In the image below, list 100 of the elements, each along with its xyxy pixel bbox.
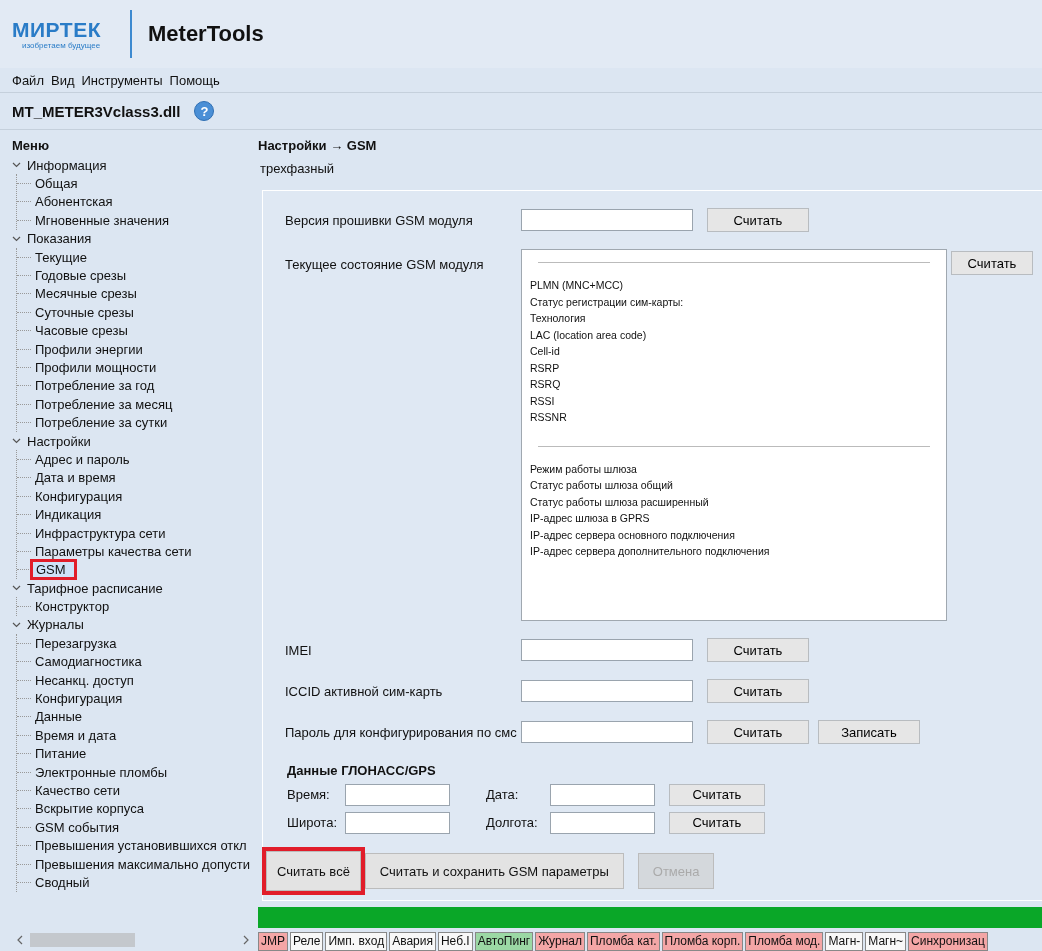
tree-item[interactable]: Годовые срезы	[33, 268, 128, 284]
status-tag: Синхронизац	[908, 932, 988, 951]
status-tag: Неб.I	[437, 932, 473, 951]
tree-item[interactable]: Превышения установившихся откл	[33, 838, 249, 854]
action-button[interactable]: Считать и сохранить GSM параметры	[364, 853, 624, 890]
field-label: Время:	[286, 787, 331, 803]
input-field[interactable]	[550, 811, 655, 834]
tree-item[interactable]: Несанкц. доступ	[33, 672, 136, 688]
read-button[interactable]: Считать	[707, 638, 809, 663]
tree-item[interactable]: Потребление за год	[33, 378, 157, 394]
tree-item[interactable]: Перезагрузка	[33, 635, 119, 651]
chevron-icon[interactable]	[12, 438, 21, 445]
tree-item[interactable]: Качество сети	[33, 782, 123, 798]
read-button[interactable]: Считать	[707, 208, 809, 233]
chevron-icon[interactable]	[12, 621, 21, 628]
tree-item[interactable]: Адрес и пароль	[33, 451, 132, 467]
tree-item[interactable]: Самодиагностика	[33, 654, 144, 670]
field-label: IMEI	[285, 642, 313, 658]
read-button[interactable]: Считать	[669, 811, 765, 834]
field-label: Широта:	[286, 815, 338, 831]
input-field[interactable]	[521, 209, 693, 232]
input-field[interactable]	[345, 811, 450, 834]
status-tag: Реле	[290, 932, 324, 951]
field-label: ICCID активной сим-карть	[285, 683, 444, 699]
tree-group[interactable]: Показания	[25, 231, 94, 247]
list-item: Cell-id	[530, 344, 561, 360]
tree-item[interactable]: Время и дата	[33, 727, 119, 743]
tree-group[interactable]: Настройки	[25, 433, 93, 449]
input-field[interactable]	[550, 783, 655, 806]
chevron-icon[interactable]	[12, 585, 21, 592]
tree-item[interactable]: Конфигурация	[33, 691, 125, 706]
logo: МИРТЕК	[12, 18, 102, 41]
status-tag: Пломба мод.	[745, 932, 824, 951]
tree-group[interactable]: Информация	[25, 157, 109, 173]
list-item: PLMN (MNC+MCC)	[530, 278, 625, 294]
input-field[interactable]	[521, 721, 693, 744]
tree-item[interactable]: Превышения максимально допусти	[33, 856, 253, 872]
chevron-icon[interactable]	[12, 235, 21, 242]
tree-item[interactable]: Сводный	[33, 874, 92, 890]
menu-item[interactable]: Вид	[50, 72, 75, 88]
tree-item[interactable]: Текущие	[33, 249, 89, 265]
tree-item[interactable]: Мгновенные значения	[33, 212, 172, 228]
tree-item[interactable]: GSM	[33, 562, 74, 578]
read-button[interactable]: Считать	[707, 679, 809, 704]
tree-item[interactable]: Электронные пломбы	[33, 764, 170, 780]
read-button[interactable]: Считать	[707, 720, 809, 745]
status-tag: Магн-	[825, 932, 864, 951]
list-item: LAC (location area code)	[530, 327, 648, 343]
list-item: Статус работы шлюза расширенный	[530, 494, 710, 510]
list-item: Статус работы шлюза общий	[530, 478, 674, 494]
list-item: IP-адрес сервера основного подключения	[530, 527, 736, 543]
status-tag: Пломба корп.	[661, 932, 744, 951]
list-item: RSSNR	[530, 410, 568, 426]
tree-item[interactable]: Месячные срезы	[33, 286, 139, 302]
tree-item[interactable]: Часовые срезы	[33, 323, 130, 339]
tree-item[interactable]: Абонентская	[33, 194, 115, 210]
list-item: RSRQ	[530, 377, 562, 393]
tree-item[interactable]: Суточные срезы	[33, 304, 136, 320]
tree-group[interactable]: Журналы	[25, 617, 86, 633]
tree-group[interactable]: Тарифное расписание	[25, 580, 165, 596]
list-item: Статус регистрации сим-карты:	[530, 294, 685, 310]
tree-item[interactable]: Инфраструктура сети	[33, 525, 168, 541]
field-label: Долгота:	[485, 815, 539, 831]
list-item: Режим работы шлюза	[530, 461, 638, 477]
read-button[interactable]: Считать	[669, 783, 765, 806]
input-field[interactable]	[521, 639, 693, 662]
menu-item[interactable]: Файл	[12, 72, 44, 88]
tree-item[interactable]: Потребление за сутки	[33, 415, 170, 431]
scroll-right-icon[interactable]	[242, 935, 250, 945]
app-title: MeterTools	[148, 21, 264, 47]
list-item: RSSI	[530, 393, 556, 409]
tree-item[interactable]: Питание	[33, 746, 89, 762]
status-list[interactable]	[521, 249, 947, 622]
status-tag: АвтоПинг	[474, 932, 534, 951]
tree-item[interactable]: Данные	[33, 709, 84, 725]
read-button[interactable]: Записать	[818, 720, 920, 745]
tree-item[interactable]: Профили энергии	[33, 341, 145, 357]
tree-item[interactable]: Параметры качества сети	[33, 543, 194, 559]
input-field[interactable]	[345, 783, 450, 806]
tree-item[interactable]: Конфигурация	[33, 488, 125, 504]
list-item: RSRP	[530, 360, 561, 376]
tree-item[interactable]: GSM события	[33, 819, 122, 835]
sidebar-title: Меню	[11, 138, 50, 155]
menu-item[interactable]: Инструменты	[81, 72, 163, 88]
tree-item[interactable]: Общая	[33, 176, 80, 192]
status-tag: Имп. вход	[325, 932, 388, 951]
status-tag: Магн~	[865, 932, 907, 951]
menu-item[interactable]: Помощь	[169, 72, 220, 88]
status-tag: JMP	[258, 932, 288, 951]
tree-item[interactable]: Индикация	[33, 507, 104, 523]
read-button[interactable]: Считать	[951, 251, 1033, 276]
tree-item[interactable]: Профили мощности	[33, 360, 159, 375]
scroll-left-icon[interactable]	[16, 935, 24, 945]
chevron-icon[interactable]	[12, 162, 21, 169]
input-field[interactable]	[521, 680, 693, 703]
tree-item[interactable]: Потребление за месяц	[33, 396, 175, 412]
tree-item[interactable]: Вскрытие корпуса	[33, 801, 146, 817]
logo-tagline: изобретаем будущее	[21, 40, 102, 50]
tree-item[interactable]: Конструктор	[33, 599, 112, 615]
tree-item[interactable]: Дата и время	[33, 470, 118, 486]
